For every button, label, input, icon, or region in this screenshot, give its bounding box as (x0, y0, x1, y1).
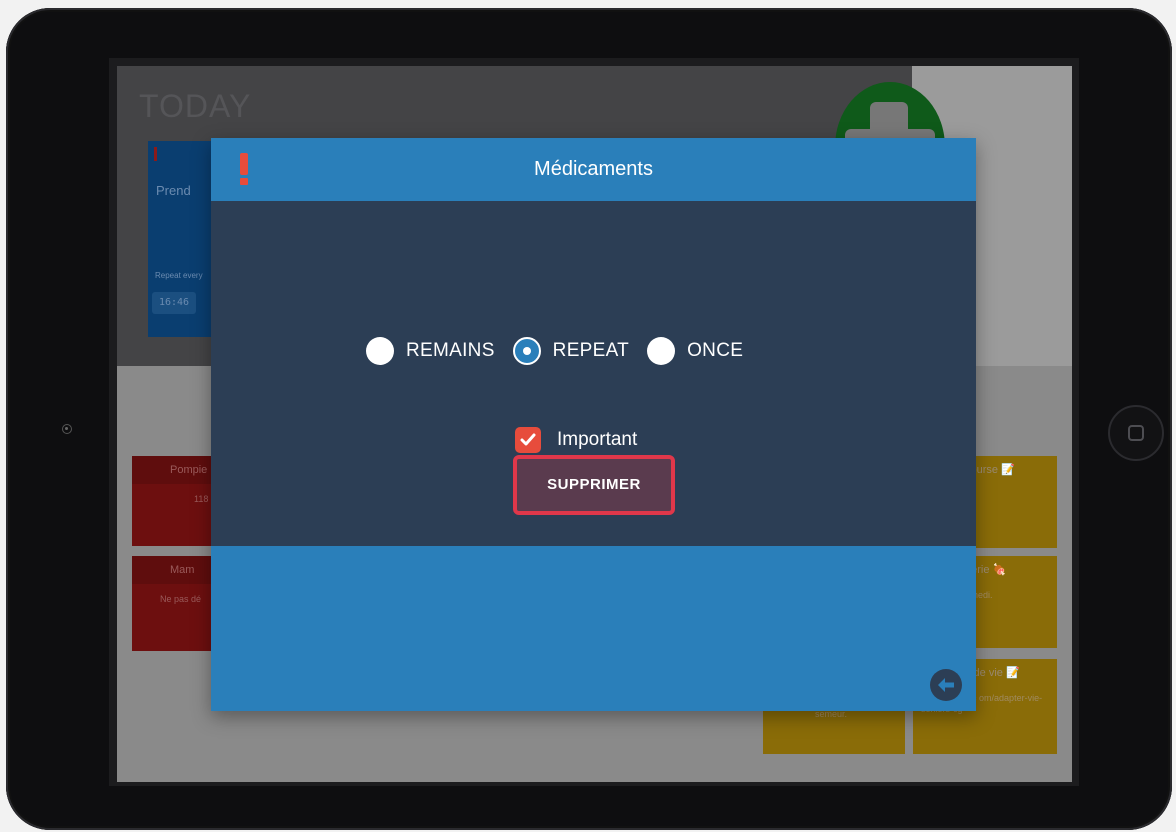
important-label: Important (557, 429, 638, 450)
card-time: 16:46 (152, 292, 196, 314)
today-heading: TODAY (139, 88, 252, 124)
card-repeat-text: Repeat every (155, 271, 203, 280)
radio-label: REPEAT (552, 340, 630, 361)
delete-button[interactable]: SUPPRIMER (513, 455, 675, 515)
radio-label: ONCE (687, 340, 744, 361)
radio-button-selected[interactable] (512, 337, 541, 365)
radio-remains[interactable]: REMAINS (366, 337, 495, 365)
card-alert-icon (154, 147, 157, 161)
radio-repeat[interactable]: REPEAT (512, 337, 630, 365)
frequency-radio-group: REMAINS REPEAT ONCE (366, 336, 761, 366)
medication-dialog: Médicaments REMAINS REPEAT ONCE Importan… (211, 138, 976, 711)
radio-label: REMAINS (406, 340, 495, 361)
arrow-left-icon (938, 678, 954, 692)
dialog-footer (211, 546, 976, 711)
front-camera (62, 424, 72, 434)
dialog-body: REMAINS REPEAT ONCE Important SUPPRIMER (211, 201, 976, 546)
checkmark-icon (520, 433, 536, 446)
important-checkbox[interactable] (515, 427, 541, 453)
radio-button[interactable] (647, 337, 676, 365)
dialog-header: Médicaments (211, 138, 976, 201)
exclamation-icon (240, 153, 248, 185)
dialog-title: Médicaments (534, 158, 653, 180)
radio-once[interactable]: ONCE (647, 337, 743, 365)
important-checkbox-row[interactable]: Important (515, 427, 637, 453)
home-button[interactable] (1108, 405, 1164, 461)
home-square-icon (1128, 425, 1144, 441)
radio-button[interactable] (366, 337, 394, 365)
card-title: Prend (156, 183, 191, 198)
back-button[interactable] (930, 669, 962, 701)
